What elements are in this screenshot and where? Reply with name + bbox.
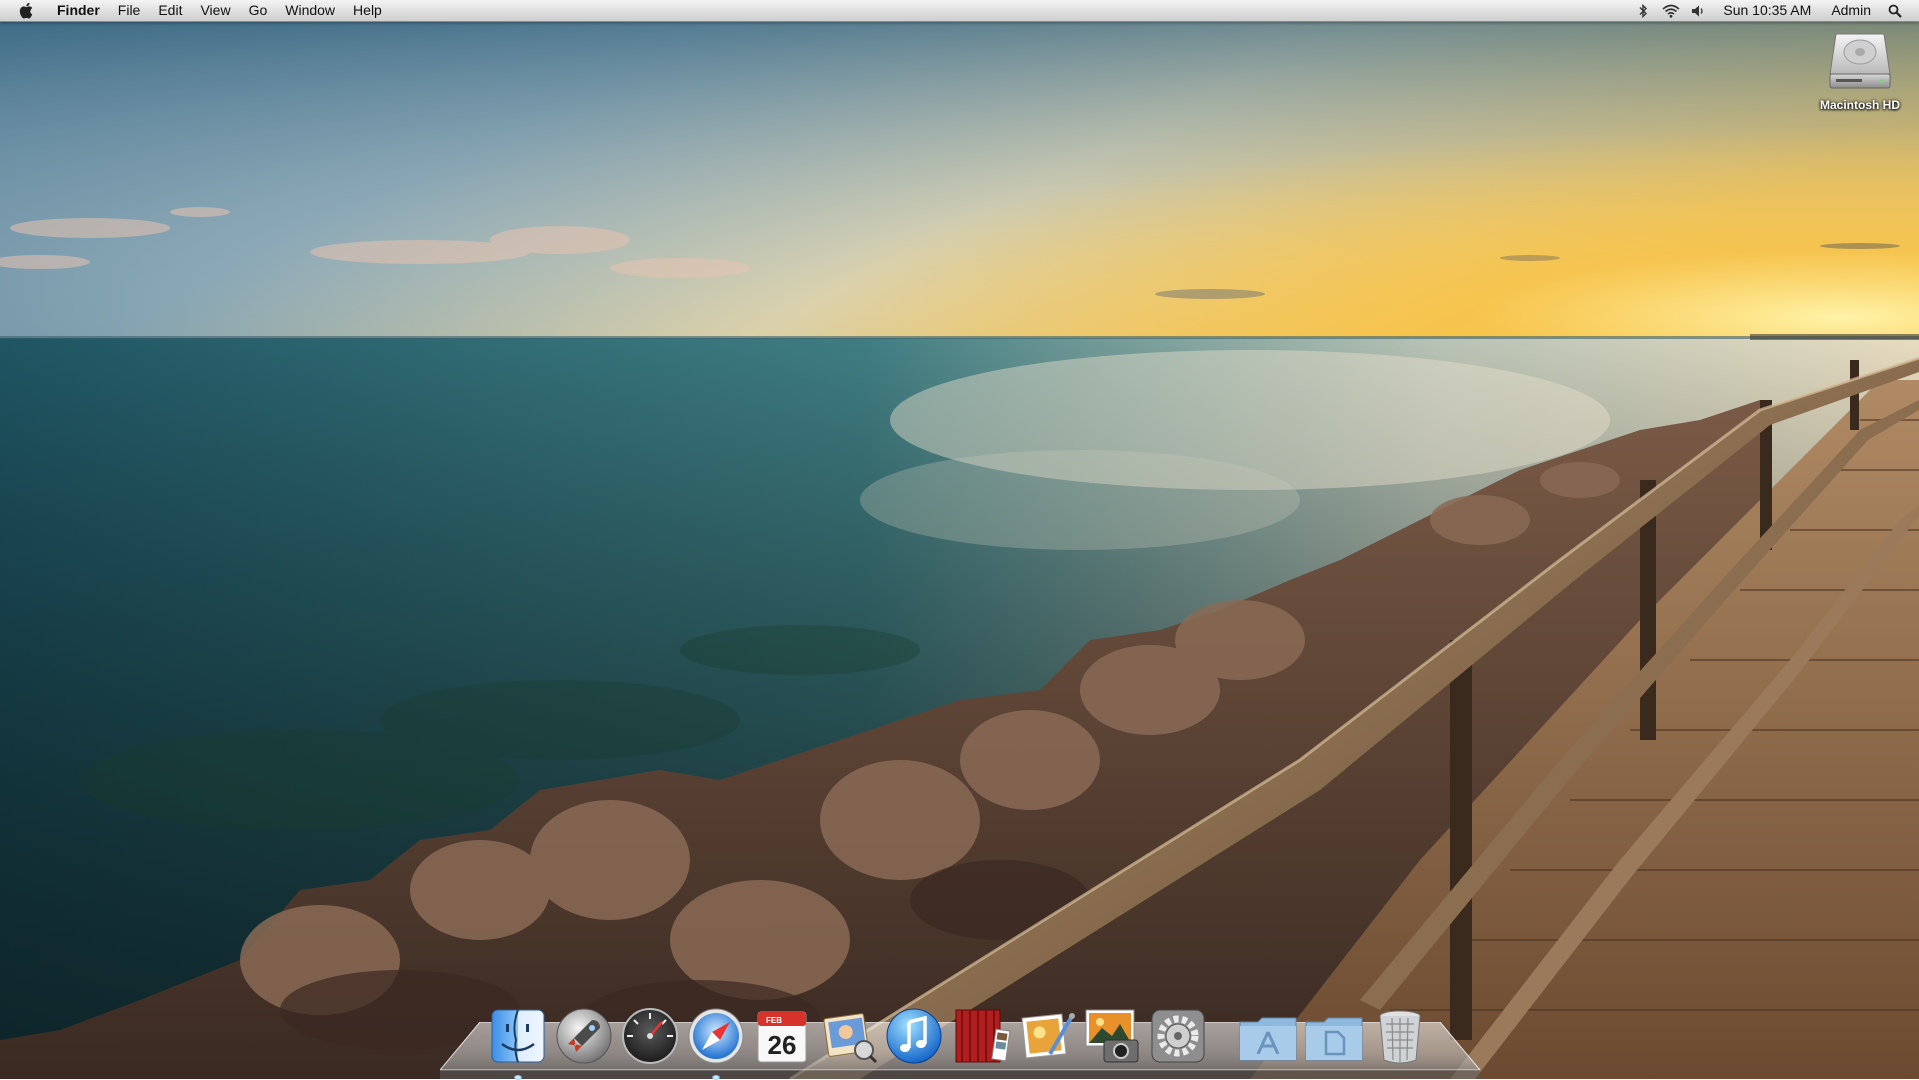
dock-calendar[interactable]: FEB 26	[750, 1004, 814, 1068]
dock-photo-booth[interactable]	[948, 1004, 1012, 1068]
calendar-day: 26	[768, 1030, 797, 1060]
menu-bar: Finder File Edit View Go Window Help Sun…	[0, 0, 1919, 22]
dock-address-book[interactable]	[816, 1004, 880, 1068]
menu-app-finder[interactable]: Finder	[48, 0, 109, 21]
dashboard-icon	[622, 1008, 678, 1064]
desktop-icon-macintosh-hd[interactable]: Macintosh HD	[1804, 28, 1916, 114]
menu-window[interactable]: Window	[276, 0, 344, 21]
menu-view[interactable]: View	[191, 0, 239, 21]
trash-icon	[1379, 1010, 1421, 1064]
calendar-month: FEB	[766, 1016, 782, 1025]
menu-clock[interactable]: Sun 10:35 AM	[1713, 0, 1821, 21]
iphoto-icon	[1085, 1009, 1139, 1063]
dock-documents-folder[interactable]	[1302, 1004, 1366, 1068]
menu-file[interactable]: File	[109, 0, 150, 21]
menu-user[interactable]: Admin	[1821, 0, 1881, 21]
finder-icon	[491, 1009, 545, 1063]
system-preferences-icon	[1151, 1009, 1205, 1063]
dock-iphoto[interactable]	[1080, 1004, 1144, 1068]
dock-itunes[interactable]	[882, 1004, 946, 1068]
dock-finder[interactable]	[486, 1004, 550, 1080]
desktop-icon-label: Macintosh HD	[1819, 98, 1900, 112]
documents-folder-icon	[1305, 1017, 1363, 1061]
running-indicator	[514, 1075, 522, 1080]
menu-help[interactable]: Help	[344, 0, 391, 21]
applications-folder-icon	[1239, 1017, 1297, 1061]
dock: FEB 26	[485, 996, 1433, 1080]
menu-edit[interactable]: Edit	[149, 0, 191, 21]
dock-dashboard[interactable]	[618, 1004, 682, 1068]
photo-booth-icon	[955, 1009, 1011, 1063]
dock-trash[interactable]	[1368, 1004, 1432, 1068]
dock-separator	[1211, 1008, 1235, 1068]
bluetooth-icon[interactable]	[1633, 0, 1653, 21]
dock-safari[interactable]	[684, 1004, 748, 1080]
preview-icon	[1021, 1013, 1075, 1059]
apple-logo-icon[interactable]	[16, 0, 38, 21]
itunes-icon	[886, 1008, 942, 1064]
hard-drive-icon	[1824, 28, 1896, 96]
volume-icon[interactable]	[1689, 0, 1709, 21]
launchpad-icon	[556, 1008, 612, 1064]
address-book-icon	[823, 1013, 878, 1064]
spotlight-search-icon[interactable]	[1885, 0, 1905, 21]
running-indicator	[712, 1075, 720, 1080]
wifi-icon[interactable]	[1661, 0, 1681, 21]
menu-go[interactable]: Go	[240, 0, 277, 21]
dock-launchpad[interactable]	[552, 1004, 616, 1068]
dock-applications-folder[interactable]	[1236, 1004, 1300, 1068]
calendar-icon: FEB 26	[757, 1011, 807, 1063]
dock-system-preferences[interactable]	[1146, 1004, 1210, 1068]
desktop-wallpaper	[0, 0, 1919, 1079]
safari-icon	[688, 1008, 744, 1064]
dock-preview[interactable]	[1014, 1004, 1078, 1068]
